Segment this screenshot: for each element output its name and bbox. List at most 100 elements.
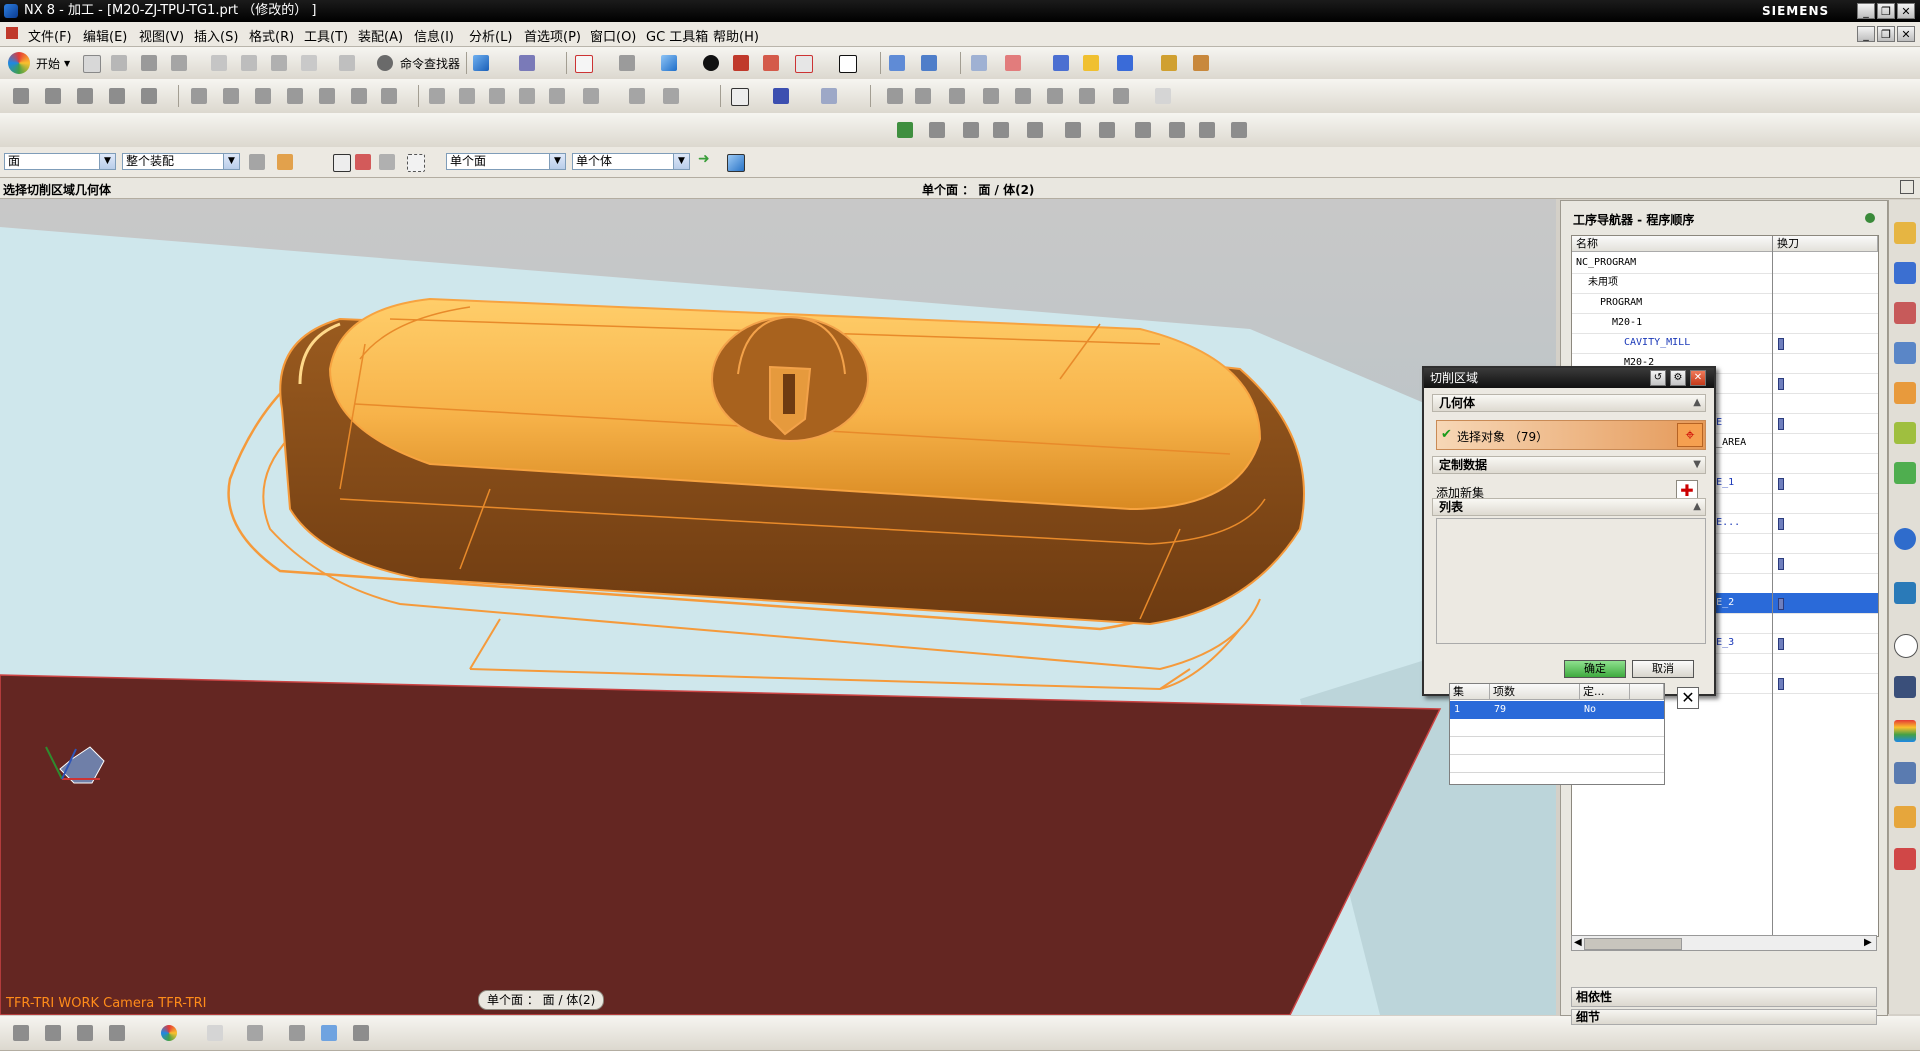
doc-menu-icon[interactable]: [6, 27, 18, 39]
paste-object-icon[interactable]: [980, 85, 1002, 107]
feature-op-icon-6[interactable]: [1096, 119, 1118, 141]
shaded-edges-icon[interactable]: [730, 52, 752, 74]
menu-edit[interactable]: 编辑(E): [83, 26, 127, 45]
reset-icon[interactable]: ↺: [1650, 370, 1666, 386]
column-tool-change[interactable]: 换刀: [1773, 236, 1878, 252]
cancel-button[interactable]: 取消: [1632, 660, 1694, 678]
measure-icon[interactable]: [516, 52, 538, 74]
delete-set-button[interactable]: ✕: [1677, 687, 1699, 709]
restore-button[interactable]: ❐: [1877, 3, 1895, 19]
navigator-row[interactable]: PROGRAM: [1572, 293, 1878, 314]
print-icon[interactable]: [168, 52, 190, 74]
select-object-row[interactable]: ✔ 选择对象 （79） ⌖: [1436, 420, 1706, 450]
method-view-icon[interactable]: [284, 85, 306, 107]
doc-close-button[interactable]: ✕: [1897, 26, 1915, 42]
wcs-icon[interactable]: [1002, 52, 1024, 74]
merge-object-icon[interactable]: [1110, 85, 1132, 107]
geometry-section[interactable]: 几何体 ▲: [1432, 394, 1706, 412]
menu-analysis[interactable]: 分析(L): [469, 26, 512, 45]
crosshair-select-icon[interactable]: ⌖: [1677, 423, 1703, 447]
open-file-icon[interactable]: [108, 52, 130, 74]
view-cube-icon[interactable]: [658, 52, 680, 74]
layer-icon[interactable]: [244, 1022, 266, 1044]
scroll-thumb[interactable]: [1584, 938, 1682, 950]
select-body-icon[interactable]: [724, 151, 746, 173]
navigator-hscrollbar[interactable]: ◀ ▶: [1571, 935, 1877, 951]
new-file-icon[interactable]: [80, 52, 102, 74]
feature-op-icon-3[interactable]: [990, 119, 1012, 141]
transform-icon[interactable]: [1050, 52, 1072, 74]
replay-toolpath-icon[interactable]: [770, 85, 792, 107]
list-toolpath-icon[interactable]: [626, 85, 648, 107]
custom-data-section[interactable]: 定制数据 ▼: [1432, 456, 1706, 474]
delete-icon[interactable]: [298, 52, 320, 74]
menu-info[interactable]: 信息(I): [414, 26, 454, 45]
feature-op-icon-7[interactable]: [1132, 119, 1154, 141]
hidden-edges-icon[interactable]: [792, 52, 814, 74]
assembly-navigator-tab-icon[interactable]: [1894, 342, 1916, 364]
display-mode-icon[interactable]: [318, 1022, 340, 1044]
transform-object-icon[interactable]: [1044, 85, 1066, 107]
display-toolpath-icon[interactable]: [728, 85, 750, 107]
create-program-icon[interactable]: [10, 85, 32, 107]
workpiece-icon[interactable]: [516, 85, 538, 107]
command-finder-label[interactable]: 命令查找器: [400, 55, 460, 72]
postprocess-icon[interactable]: [378, 85, 400, 107]
ipw-icon[interactable]: [546, 85, 568, 107]
menu-assembly[interactable]: 装配(A): [358, 26, 403, 45]
feature-op-icon-8[interactable]: [1166, 119, 1188, 141]
create-method-icon[interactable]: [106, 85, 128, 107]
copy-icon[interactable]: [238, 52, 260, 74]
shaded-cube-icon[interactable]: [470, 52, 492, 74]
menu-format[interactable]: 格式(R): [249, 26, 294, 45]
body-rule-select[interactable]: 单个体 ▼: [572, 153, 690, 170]
cutting-params-icon[interactable]: [456, 85, 478, 107]
rotate-view-icon[interactable]: [616, 52, 638, 74]
list-section[interactable]: 列表 ▲: [1432, 498, 1706, 516]
create-geometry-icon[interactable]: [74, 85, 96, 107]
roles-tab-icon[interactable]: [1894, 806, 1916, 828]
menu-insert[interactable]: 插入(S): [194, 26, 238, 45]
paste-icon[interactable]: [268, 52, 290, 74]
feature-op-icon-10[interactable]: [1228, 119, 1250, 141]
start-icon[interactable]: [8, 52, 30, 74]
col-set[interactable]: 集: [1450, 684, 1490, 700]
verify-toolpath-icon[interactable]: [348, 85, 370, 107]
generate-toolpath-icon[interactable]: [316, 85, 338, 107]
ruler-icon[interactable]: [1158, 52, 1180, 74]
select-face-icon[interactable]: [330, 151, 352, 173]
non-cutting-icon[interactable]: [486, 85, 508, 107]
analysis-icon[interactable]: [1190, 52, 1212, 74]
gouge-check-icon[interactable]: [818, 85, 840, 107]
bottom-tool-2-icon[interactable]: [42, 1022, 64, 1044]
column-name[interactable]: 名称: [1572, 236, 1773, 252]
machine-tool-view-icon[interactable]: [220, 85, 242, 107]
col-item-count[interactable]: 项数: [1490, 684, 1580, 700]
snap-view-icon[interactable]: [918, 52, 940, 74]
orient-view-icon[interactable]: [886, 52, 908, 74]
close-button[interactable]: ✕: [1897, 3, 1915, 19]
doc-restore-button[interactable]: ❐: [1877, 26, 1895, 42]
op-navigator-tab-icon[interactable]: [1894, 222, 1916, 244]
details-section[interactable]: 细节: [1571, 1009, 1877, 1025]
wireframe-red-icon[interactable]: [760, 52, 782, 74]
set-row[interactable]: 1 79 No: [1450, 701, 1664, 719]
display-object-icon[interactable]: [1076, 85, 1098, 107]
general-selection-icon[interactable]: [246, 151, 268, 173]
system-materials-tab-icon[interactable]: [1894, 676, 1916, 698]
dialog-close-icon[interactable]: ✕: [1690, 370, 1706, 386]
bottom-tool-3-icon[interactable]: [74, 1022, 96, 1044]
edit-section-icon[interactable]: [286, 1022, 308, 1044]
selection-scope-select[interactable]: 整个装配 ▼: [122, 153, 240, 170]
add-selection-icon[interactable]: [352, 151, 374, 173]
feature-op-icon-4[interactable]: [1024, 119, 1046, 141]
feature-op-icon-1[interactable]: [926, 119, 948, 141]
undo-icon[interactable]: [336, 52, 358, 74]
menu-preferences[interactable]: 首选项(P): [524, 26, 581, 45]
arrow-right-icon[interactable]: ➜: [698, 151, 710, 167]
fit-view-icon[interactable]: [572, 52, 594, 74]
feature-op-icon-2[interactable]: [960, 119, 982, 141]
ok-button[interactable]: 确定: [1564, 660, 1626, 678]
part-navigator-tab-icon[interactable]: [1894, 302, 1916, 324]
menu-view[interactable]: 视图(V): [139, 26, 184, 45]
